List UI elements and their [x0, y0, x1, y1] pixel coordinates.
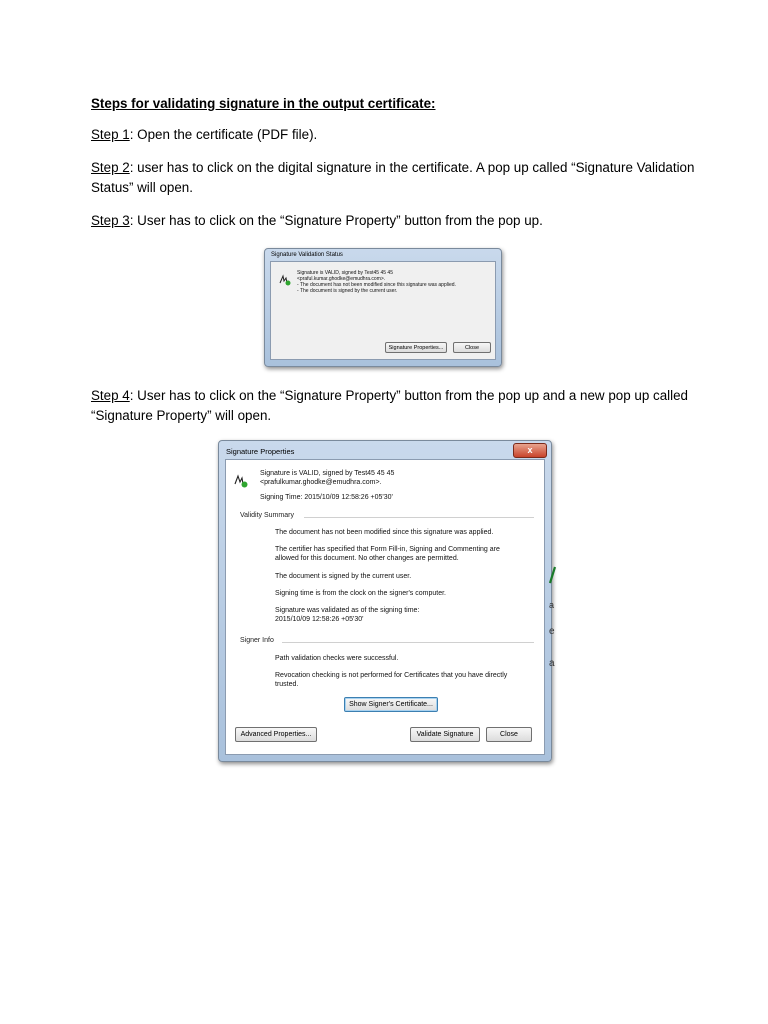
- step-1: Step 1: Open the certificate (PDF file).: [91, 125, 317, 145]
- validity-item-2-line-2: allowed for this document. No other chan…: [275, 555, 459, 562]
- validation-line-4: - The document is signed by the current …: [297, 288, 398, 294]
- close-button[interactable]: Close: [453, 342, 491, 353]
- step-4-text-cont: “Signature Property” will open.: [91, 408, 272, 423]
- step-1-text: : Open the certificate (PDF file).: [129, 127, 318, 142]
- background-window-stroke: [549, 566, 557, 584]
- dialog-body: Signature is VALID, signed by Test45 45 …: [225, 459, 545, 755]
- signature-properties-dialog: Signature Properties x Signature is VALI…: [218, 440, 552, 762]
- step-4-label: Step 4: [91, 388, 130, 403]
- dialog-title: Signature Validation Status: [271, 252, 343, 258]
- signer-item-1: Path validation checks were successful.: [275, 655, 399, 662]
- step-3-label: Step 3: [91, 213, 130, 228]
- step-3-text: : User has to click on the “Signature Pr…: [129, 213, 543, 228]
- step-2: Step 2: user has to click on the digital…: [91, 158, 694, 198]
- signing-time: Signing Time: 2015/10/09 12:58:26 +05'30…: [260, 494, 393, 501]
- document-heading: Steps for validating signature in the ou…: [91, 96, 436, 111]
- section-divider: [282, 642, 534, 643]
- background-fragment: a: [549, 600, 555, 610]
- signature-validation-status-dialog: Signature Validation Status Signature is…: [264, 248, 502, 367]
- step-3: Step 3: User has to click on the “Signat…: [91, 211, 543, 231]
- validity-summary-heading: Validity Summary: [240, 512, 294, 519]
- signature-valid-icon: [234, 474, 248, 488]
- signature-status-line: Signature is VALID, signed by Test45 45 …: [260, 470, 395, 477]
- advanced-properties-button[interactable]: Advanced Properties...: [235, 727, 317, 742]
- close-window-button[interactable]: x: [513, 443, 547, 458]
- step-1-label: Step 1: [91, 127, 130, 142]
- validity-item-4: Signing time is from the clock on the si…: [275, 590, 446, 597]
- background-fragment: e: [549, 626, 555, 637]
- step-2-label: Step 2: [91, 160, 130, 175]
- signature-properties-button[interactable]: Signature Properties...: [385, 342, 447, 353]
- dialog-title: Signature Properties: [226, 447, 295, 456]
- signer-email: <prafulkumar.ghodke@emudhra.com>.: [260, 479, 382, 486]
- validity-item-3: The document is signed by the current us…: [275, 573, 412, 580]
- validity-item-1: The document has not been modified since…: [275, 529, 494, 536]
- validity-item-5-line-2: 2015/10/09 12:58:26 +05'30': [275, 616, 364, 623]
- step-2-text-cont: Status” will open.: [91, 180, 193, 195]
- step-4: Step 4: User has to click on the “Signat…: [91, 386, 688, 426]
- validity-item-2-line-1: The certifier has specified that Form Fi…: [275, 546, 500, 553]
- step-4-text: : User has to click on the “Signature Pr…: [129, 388, 688, 403]
- validate-signature-button[interactable]: Validate Signature: [410, 727, 480, 742]
- signer-item-2-line-1: Revocation checking is not performed for…: [275, 672, 508, 679]
- dialog-body: Signature is VALID, signed by Test45 45 …: [270, 261, 496, 360]
- background-fragment: a: [549, 658, 555, 669]
- close-button[interactable]: Close: [486, 727, 532, 742]
- section-divider: [304, 517, 534, 518]
- signer-info-heading: Signer Info: [240, 637, 274, 644]
- signer-item-2-line-2: trusted.: [275, 681, 299, 688]
- validity-item-5-line-1: Signature was validated as of the signin…: [275, 607, 420, 614]
- signature-valid-icon: [279, 274, 291, 286]
- show-signers-certificate-button[interactable]: Show Signer's Certificate...: [344, 697, 438, 712]
- step-2-text: : user has to click on the digital signa…: [129, 160, 695, 175]
